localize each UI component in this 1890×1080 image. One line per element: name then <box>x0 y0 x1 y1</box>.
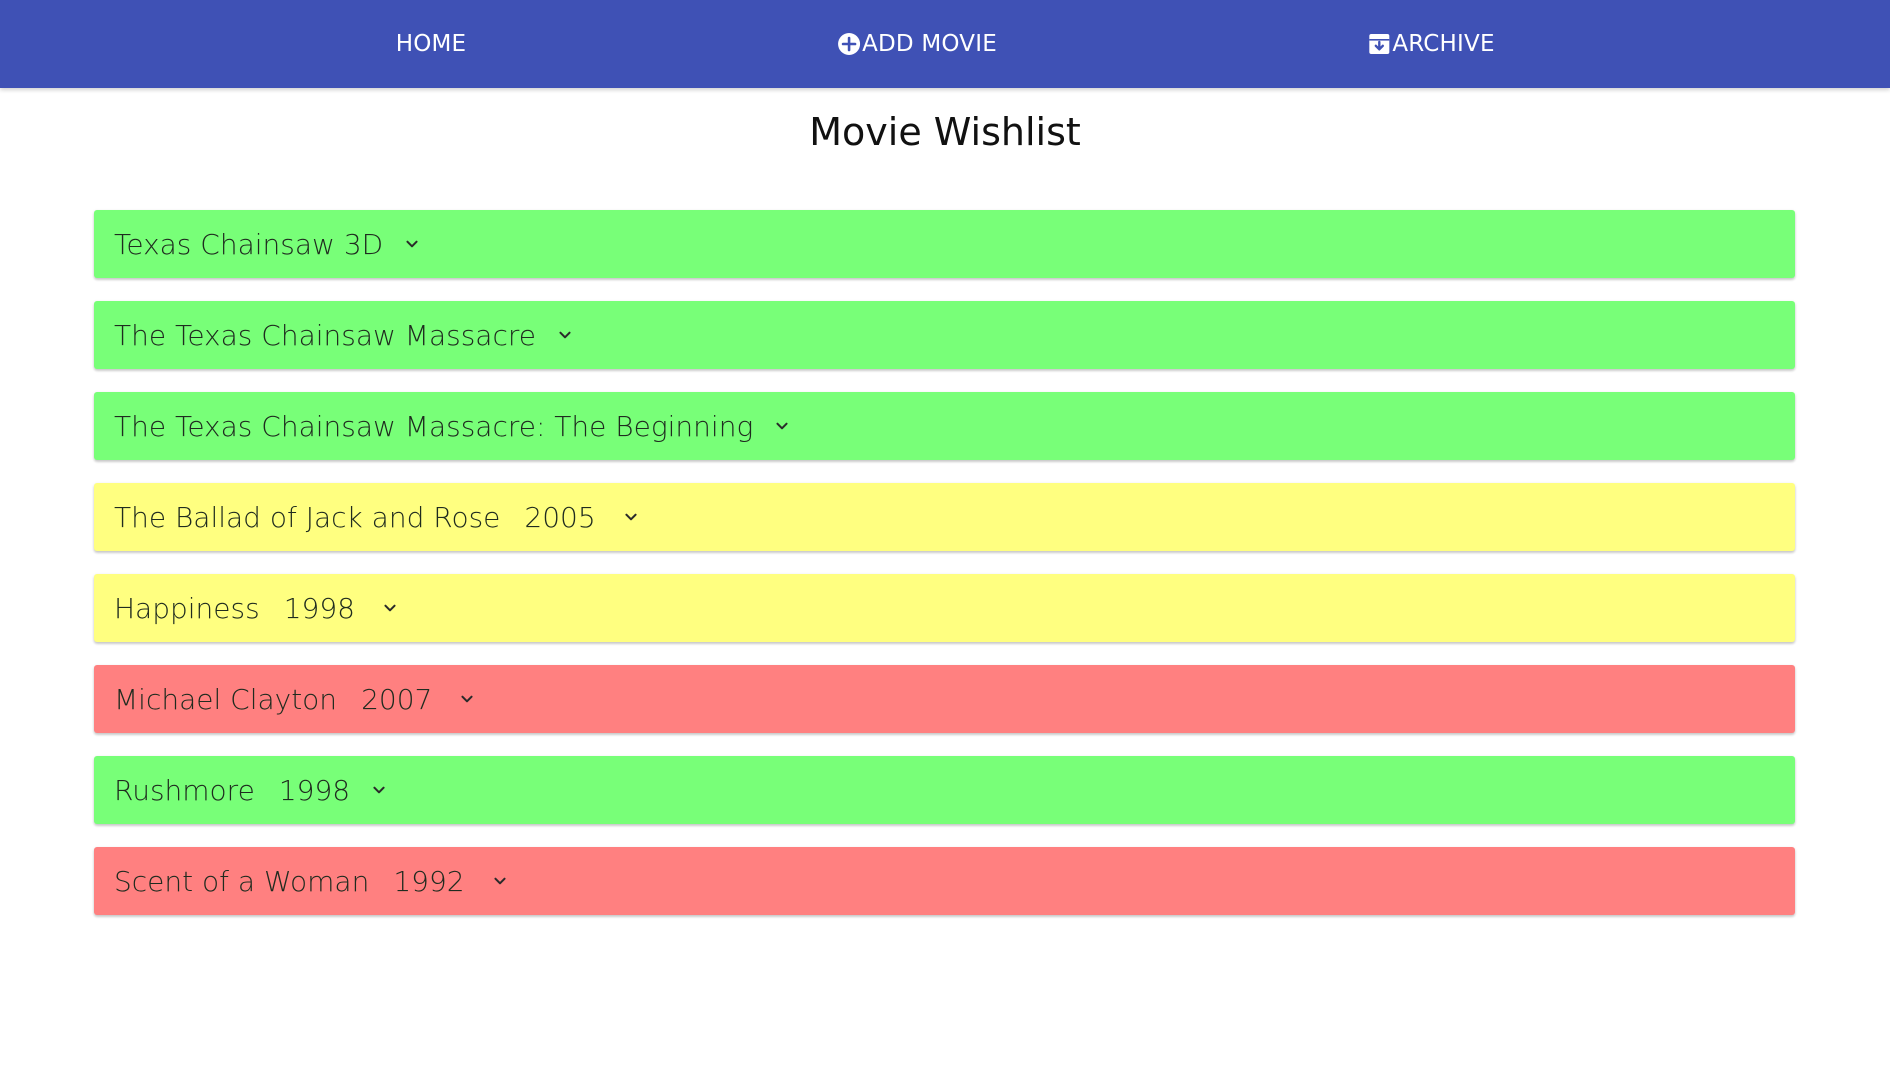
movie-title: Michael Clayton <box>114 682 338 716</box>
top-navbar: HOME ADD MOVIE ARCHIVE <box>0 0 1890 88</box>
chevron-down-icon[interactable] <box>379 597 401 619</box>
chevron-down-icon[interactable] <box>489 870 511 892</box>
movie-row[interactable]: The Ballad of Jack and Rose 2005 <box>94 483 1795 551</box>
nav-add-movie-link[interactable]: ADD MOVIE <box>837 0 997 88</box>
movie-year: 2005 <box>524 500 596 534</box>
movie-row[interactable]: Texas Chainsaw 3D <box>94 210 1795 278</box>
movie-title: Rushmore <box>114 773 255 807</box>
chevron-down-icon[interactable] <box>771 415 793 437</box>
movie-row[interactable]: Michael Clayton 2007 <box>94 665 1795 733</box>
movie-title: The Texas Chainsaw Massacre <box>114 318 536 352</box>
nav-home-label: HOME <box>395 31 467 57</box>
movie-title: The Ballad of Jack and Rose <box>114 500 501 534</box>
movie-row[interactable]: The Texas Chainsaw Massacre: The Beginni… <box>94 392 1795 460</box>
movie-title: Texas Chainsaw 3D <box>114 227 384 261</box>
chevron-down-icon[interactable] <box>554 324 576 346</box>
movie-year: 1998 <box>283 591 355 625</box>
movie-row[interactable]: Scent of a Woman 1992 <box>94 847 1795 915</box>
movie-row[interactable]: Happiness 1998 <box>94 574 1795 642</box>
movie-title: Happiness <box>114 591 260 625</box>
movie-list: Texas Chainsaw 3D The Texas Chainsaw Mass… <box>94 210 1795 938</box>
page-title: Movie Wishlist <box>809 110 1081 154</box>
chevron-down-icon[interactable] <box>456 688 478 710</box>
chevron-down-icon[interactable] <box>620 506 642 528</box>
nav-archive-label: ARCHIVE <box>1392 31 1495 57</box>
movie-title: Scent of a Woman <box>114 864 370 898</box>
nav-archive-link[interactable]: ARCHIVE <box>1367 0 1494 88</box>
movie-year: 2007 <box>361 682 433 716</box>
movie-row[interactable]: Rushmore 1998 <box>94 756 1795 824</box>
archive-icon <box>1367 32 1391 56</box>
movie-title: The Texas Chainsaw Massacre: The Beginni… <box>114 409 754 443</box>
add-circle-icon <box>837 32 861 56</box>
chevron-down-icon[interactable] <box>401 233 423 255</box>
nav-home-link[interactable]: HOME <box>396 0 467 88</box>
nav-add-movie-label: ADD MOVIE <box>862 31 997 57</box>
chevron-down-icon[interactable] <box>368 779 390 801</box>
movie-row[interactable]: The Texas Chainsaw Massacre <box>94 301 1795 369</box>
movie-year: 1992 <box>393 864 465 898</box>
movie-year: 1998 <box>278 773 351 807</box>
